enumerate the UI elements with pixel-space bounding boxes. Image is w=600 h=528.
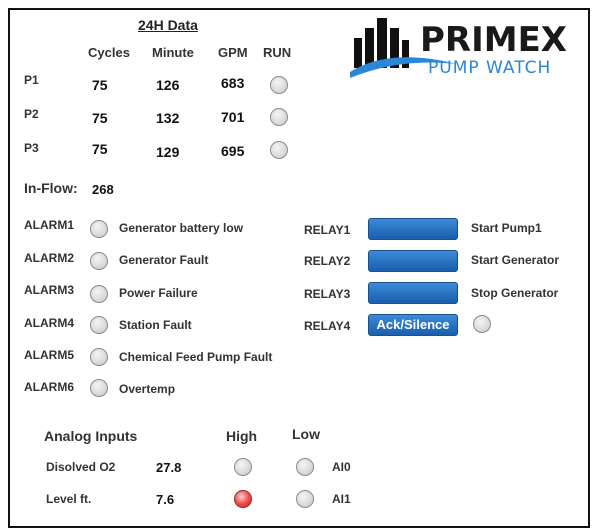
alarm-label-5: ALARM5: [24, 348, 74, 362]
panel-frame: 24H Data Cycles Minute GPM RUN P1 75 126…: [8, 8, 590, 528]
analog-row-2-high-indicator: [234, 490, 252, 508]
relay-3-action: Stop Generator: [471, 286, 559, 300]
logo-subtitle: PUMP WATCH: [428, 58, 552, 78]
analog-high-header: High: [226, 428, 258, 444]
alarm-label-2: ALARM2: [24, 251, 74, 265]
relay-3-button[interactable]: [368, 282, 458, 304]
pump-p3-run-indicator: [270, 141, 288, 159]
ack-silence-button[interactable]: Ack/Silence: [368, 314, 458, 336]
alarm-label-6: ALARM6: [24, 380, 74, 394]
alarm-5-indicator: [90, 348, 108, 366]
alarm-1-text: Generator battery low: [119, 221, 244, 235]
pump-p1-gpm: 683: [221, 75, 245, 91]
analog-row-1-high-indicator: [234, 458, 252, 476]
alarm-label-1: ALARM1: [24, 218, 74, 232]
pump-label-p3: P3: [24, 141, 39, 155]
col-header-cycles: Cycles: [88, 45, 130, 60]
analog-inputs-title: Analog Inputs: [44, 428, 138, 444]
relay-1-button[interactable]: [368, 218, 458, 240]
pump-p2-cycles: 75: [92, 110, 108, 126]
alarm-4-text: Station Fault: [119, 318, 192, 332]
pump-p1-run-indicator: [270, 76, 288, 94]
alarm-3-text: Power Failure: [119, 286, 198, 300]
pump-p1-minute: 126: [156, 77, 180, 93]
analog-row-2-name: Level ft.: [46, 492, 92, 506]
pump-p2-run-indicator: [270, 108, 288, 126]
analog-row-2-channel: AI1: [332, 492, 351, 506]
analog-row-2-low-indicator: [296, 490, 314, 508]
section-title: 24H Data: [138, 17, 198, 33]
alarm-label-4: ALARM4: [24, 316, 74, 330]
pump-p3-gpm: 695: [221, 143, 245, 159]
relay-1-action: Start Pump1: [471, 221, 542, 235]
relay-2-action: Start Generator: [471, 253, 560, 267]
pump-p3-cycles: 75: [92, 141, 108, 157]
relay-label-4: RELAY4: [304, 319, 351, 333]
relay-label-1: RELAY1: [304, 223, 351, 237]
relay-2-button[interactable]: [368, 250, 458, 272]
analog-low-header: Low: [292, 426, 320, 442]
analog-row-2-value: 7.6: [156, 492, 175, 507]
pump-p2-gpm: 701: [221, 109, 245, 125]
relay-label-3: RELAY3: [304, 287, 351, 301]
pump-p2-minute: 132: [156, 110, 180, 126]
logo-brand: PRIMEX: [420, 20, 568, 60]
alarm-label-3: ALARM3: [24, 283, 74, 297]
inflow-value: 268: [92, 182, 114, 197]
alarm-1-indicator: [90, 220, 108, 238]
alarm-6-indicator: [90, 379, 108, 397]
col-header-minute: Minute: [152, 45, 194, 60]
analog-row-1-low-indicator: [296, 458, 314, 476]
analog-row-1-name: Disolved O2: [46, 460, 116, 474]
alarm-4-indicator: [90, 316, 108, 334]
pump-label-p2: P2: [24, 107, 39, 121]
pump-p1-cycles: 75: [92, 77, 108, 93]
relay-4-indicator: [473, 315, 491, 333]
col-header-run: RUN: [263, 45, 292, 60]
analog-row-1-value: 27.8: [156, 460, 182, 475]
alarm-3-indicator: [90, 285, 108, 303]
inflow-label: In-Flow:: [24, 180, 78, 196]
col-header-gpm: GPM: [218, 45, 248, 60]
relay-label-2: RELAY2: [304, 254, 351, 268]
primex-logo: PRIMEX PUMP WATCH: [348, 14, 584, 78]
alarm-2-text: Generator Fault: [119, 253, 209, 267]
analog-row-1-channel: AI0: [332, 460, 351, 474]
alarm-5-text: Chemical Feed Pump Fault: [119, 350, 273, 364]
pump-p3-minute: 129: [156, 144, 180, 160]
alarm-2-indicator: [90, 252, 108, 270]
pump-label-p1: P1: [24, 73, 39, 87]
alarm-6-text: Overtemp: [119, 382, 176, 396]
